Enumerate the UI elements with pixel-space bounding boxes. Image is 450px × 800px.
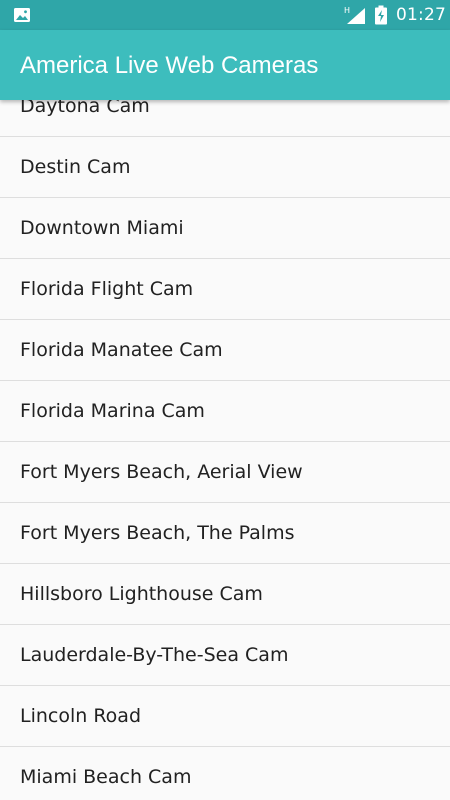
list-item-label: Hillsboro Lighthouse Cam <box>20 583 263 605</box>
list-item-label: Lauderdale-By-The-Sea Cam <box>20 644 289 666</box>
list-item-florida-flight-cam[interactable]: Florida Flight Cam <box>0 259 450 320</box>
list-item-label: Florida Flight Cam <box>20 278 194 300</box>
list-item-florida-manatee-cam[interactable]: Florida Manatee Cam <box>0 320 450 381</box>
list-item-label: Florida Manatee Cam <box>20 339 223 361</box>
signal-icon: H <box>344 6 365 24</box>
list-item-label: Fort Myers Beach, The Palms <box>20 522 295 544</box>
list-item-label: Florida Marina Cam <box>20 400 205 422</box>
list-item-fort-myers-palms[interactable]: Fort Myers Beach, The Palms <box>0 503 450 564</box>
list-item-label: Destin Cam <box>20 156 131 178</box>
list-item-label: Lincoln Road <box>20 705 142 727</box>
list-item-miami-beach-cam[interactable]: Miami Beach Cam <box>0 747 450 800</box>
image-notification-icon <box>14 8 30 22</box>
camera-list[interactable]: Daytona Cam Destin Cam Downtown Miami Fl… <box>0 76 450 800</box>
list-item-destin-cam[interactable]: Destin Cam <box>0 137 450 198</box>
status-bar: H 01:27 <box>0 0 450 30</box>
list-item-downtown-miami[interactable]: Downtown Miami <box>0 198 450 259</box>
list-item-lincoln-road[interactable]: Lincoln Road <box>0 686 450 747</box>
list-item-lauderdale-by-the-sea[interactable]: Lauderdale-By-The-Sea Cam <box>0 625 450 686</box>
list-item-hillsboro-lighthouse[interactable]: Hillsboro Lighthouse Cam <box>0 564 450 625</box>
network-type-label: H <box>344 6 350 15</box>
list-item-label: Downtown Miami <box>20 217 184 239</box>
list-item-label: Miami Beach Cam <box>20 766 192 788</box>
status-clock: 01:27 <box>396 5 446 25</box>
list-item-label: Fort Myers Beach, Aerial View <box>20 461 303 483</box>
app-bar: America Live Web Cameras <box>0 30 450 100</box>
list-item-fort-myers-aerial[interactable]: Fort Myers Beach, Aerial View <box>0 442 450 503</box>
battery-icon <box>375 5 387 25</box>
list-item-florida-marina-cam[interactable]: Florida Marina Cam <box>0 381 450 442</box>
app-title: America Live Web Cameras <box>20 52 319 79</box>
